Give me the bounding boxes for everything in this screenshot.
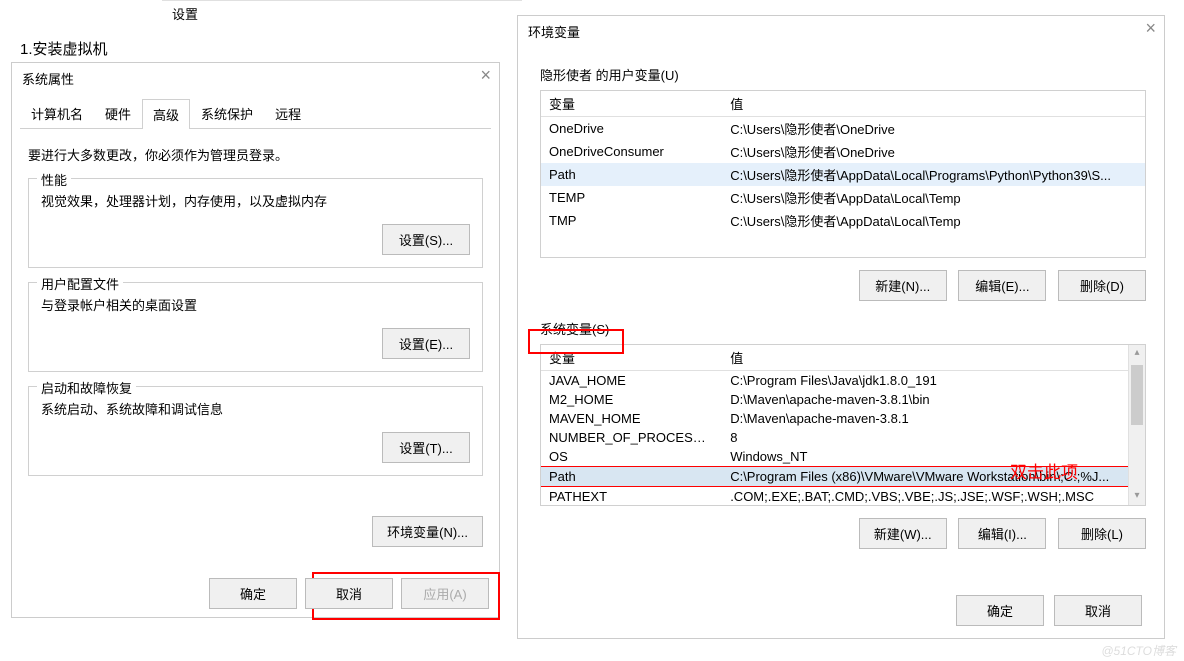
- sysprops-title: 系统属性: [22, 72, 74, 87]
- variable-value: .COM;.EXE;.BAT;.CMD;.VBS;.VBE;.JS;.JSE;.…: [722, 487, 1145, 507]
- ok-button[interactable]: 确定: [209, 578, 297, 609]
- edit-system-var-button[interactable]: 编辑(I)...: [958, 518, 1046, 549]
- environment-variables-button[interactable]: 环境变量(N)...: [372, 516, 483, 547]
- column-header-value[interactable]: 值: [722, 345, 1145, 371]
- scroll-thumb[interactable]: [1131, 365, 1143, 425]
- system-properties-dialog: 系统属性 × 计算机名 硬件 高级 系统保护 远程 要进行大多数更改，你必须作为…: [11, 62, 500, 618]
- table-row[interactable]: M2_HOMED:\Maven\apache-maven-3.8.1\bin: [541, 390, 1145, 409]
- system-variables-label: 系统变量(S): [540, 319, 1146, 338]
- environment-variables-dialog: 环境变量 × 隐形使者 的用户变量(U) 变量 值 OneDriveC:\Use…: [517, 15, 1165, 639]
- table-row[interactable]: TEMPC:\Users\隐形使者\AppData\Local\Temp: [541, 186, 1145, 209]
- column-header-value[interactable]: 值: [722, 91, 1145, 117]
- variable-value: C:\Program Files\Java\jdk1.8.0_191: [722, 371, 1145, 391]
- variable-value: C:\Users\隐形使者\AppData\Local\Temp: [722, 186, 1145, 209]
- admin-note: 要进行大多数更改，你必须作为管理员登录。: [28, 145, 483, 164]
- table-row[interactable]: NUMBER_OF_PROCESSORS8: [541, 428, 1145, 447]
- tab-advanced[interactable]: 高级: [142, 99, 190, 129]
- double-click-annotation: 双击此项: [1010, 458, 1078, 483]
- variable-value: Windows_NT: [722, 447, 1145, 467]
- performance-legend: 性能: [37, 170, 71, 189]
- close-icon[interactable]: ×: [480, 65, 491, 86]
- variable-name: OneDrive: [541, 117, 722, 141]
- new-user-var-button[interactable]: 新建(N)...: [859, 270, 947, 301]
- table-row[interactable]: TMPC:\Users\隐形使者\AppData\Local\Temp: [541, 209, 1145, 232]
- variable-name: JAVA_HOME: [541, 371, 722, 391]
- cancel-button[interactable]: 取消: [1054, 595, 1142, 626]
- variable-name: M2_HOME: [541, 390, 722, 409]
- tab-system-protection[interactable]: 系统保护: [190, 98, 264, 128]
- scroll-up-icon[interactable]: ▴: [1129, 345, 1145, 362]
- user-variables-label: 隐形使者 的用户变量(U): [540, 65, 1146, 84]
- scrollbar[interactable]: ▴ ▾: [1128, 345, 1145, 505]
- startup-legend: 启动和故障恢复: [37, 378, 136, 397]
- table-row[interactable]: PathC:\Users\隐形使者\AppData\Local\Programs…: [541, 163, 1145, 186]
- variable-name: Path: [541, 163, 722, 186]
- variable-value: C:\Users\隐形使者\AppData\Local\Programs\Pyt…: [722, 163, 1145, 186]
- variable-name: OneDriveConsumer: [541, 140, 722, 163]
- user-profile-legend: 用户配置文件: [37, 274, 123, 293]
- edit-user-var-button[interactable]: 编辑(E)...: [958, 270, 1046, 301]
- user-variables-table[interactable]: 变量 值 OneDriveC:\Users\隐形使者\OneDriveOneDr…: [540, 90, 1146, 258]
- variable-value: C:\Users\隐形使者\AppData\Local\Temp: [722, 209, 1145, 232]
- performance-fieldset: 性能 视觉效果，处理器计划，内存使用，以及虚拟内存 设置(S)...: [28, 178, 483, 268]
- delete-user-var-button[interactable]: 删除(D): [1058, 270, 1146, 301]
- variable-name: OS: [541, 447, 722, 467]
- variable-value: D:\Maven\apache-maven-3.8.1: [722, 409, 1145, 428]
- sysprops-titlebar: 系统属性 ×: [12, 63, 499, 94]
- variable-name: Path: [541, 467, 722, 487]
- variable-value: C:\Program Files (x86)\VMware\VMware Wor…: [722, 467, 1145, 487]
- variable-name: TMP: [541, 209, 722, 232]
- startup-settings-button[interactable]: 设置(T)...: [382, 432, 470, 463]
- outline-item[interactable]: 1.安装虚拟机: [20, 38, 108, 59]
- user-profile-fieldset: 用户配置文件 与登录帐户相关的桌面设置 设置(E)...: [28, 282, 483, 372]
- table-row[interactable]: OneDriveC:\Users\隐形使者\OneDrive: [541, 117, 1145, 141]
- user-profile-desc: 与登录帐户相关的桌面设置: [41, 295, 470, 314]
- cancel-button[interactable]: 取消: [305, 578, 393, 609]
- sysprops-tabs: 计算机名 硬件 高级 系统保护 远程: [20, 98, 491, 129]
- performance-settings-button[interactable]: 设置(S)...: [382, 224, 470, 255]
- performance-desc: 视觉效果，处理器计划，内存使用，以及虚拟内存: [41, 191, 470, 210]
- variable-name: TEMP: [541, 186, 722, 209]
- apply-button[interactable]: 应用(A): [401, 578, 489, 609]
- startup-desc: 系统启动、系统故障和调试信息: [41, 399, 470, 418]
- column-header-variable[interactable]: 变量: [541, 345, 722, 371]
- close-icon[interactable]: ×: [1145, 18, 1156, 39]
- variable-name: PATHEXT: [541, 487, 722, 507]
- variable-value: 8: [722, 428, 1145, 447]
- new-system-var-button[interactable]: 新建(W)...: [859, 518, 947, 549]
- variable-value: D:\Maven\apache-maven-3.8.1\bin: [722, 390, 1145, 409]
- watermark: @51CTO博客: [1101, 642, 1176, 659]
- envvars-title: 环境变量: [528, 25, 580, 40]
- scroll-down-icon[interactable]: ▾: [1129, 488, 1145, 505]
- column-header-variable[interactable]: 变量: [541, 91, 722, 117]
- tab-hardware[interactable]: 硬件: [94, 98, 142, 128]
- delete-system-var-button[interactable]: 删除(L): [1058, 518, 1146, 549]
- variable-name: NUMBER_OF_PROCESSORS: [541, 428, 722, 447]
- envvars-titlebar: 环境变量 ×: [518, 16, 1164, 47]
- variable-name: MAVEN_HOME: [541, 409, 722, 428]
- table-row[interactable]: MAVEN_HOMED:\Maven\apache-maven-3.8.1: [541, 409, 1145, 428]
- settings-title: 设置: [172, 7, 198, 22]
- variable-value: C:\Users\隐形使者\OneDrive: [722, 140, 1145, 163]
- tab-remote[interactable]: 远程: [264, 98, 312, 128]
- user-profile-settings-button[interactable]: 设置(E)...: [382, 328, 470, 359]
- table-row[interactable]: PATHEXT.COM;.EXE;.BAT;.CMD;.VBS;.VBE;.JS…: [541, 487, 1145, 507]
- startup-recovery-fieldset: 启动和故障恢复 系统启动、系统故障和调试信息 设置(T)...: [28, 386, 483, 476]
- settings-dialog-header: 设置: [162, 0, 522, 22]
- table-row[interactable]: JAVA_HOMEC:\Program Files\Java\jdk1.8.0_…: [541, 371, 1145, 391]
- tab-computer-name[interactable]: 计算机名: [20, 98, 94, 128]
- ok-button[interactable]: 确定: [956, 595, 1044, 626]
- variable-value: C:\Users\隐形使者\OneDrive: [722, 117, 1145, 141]
- table-row[interactable]: OneDriveConsumerC:\Users\隐形使者\OneDrive: [541, 140, 1145, 163]
